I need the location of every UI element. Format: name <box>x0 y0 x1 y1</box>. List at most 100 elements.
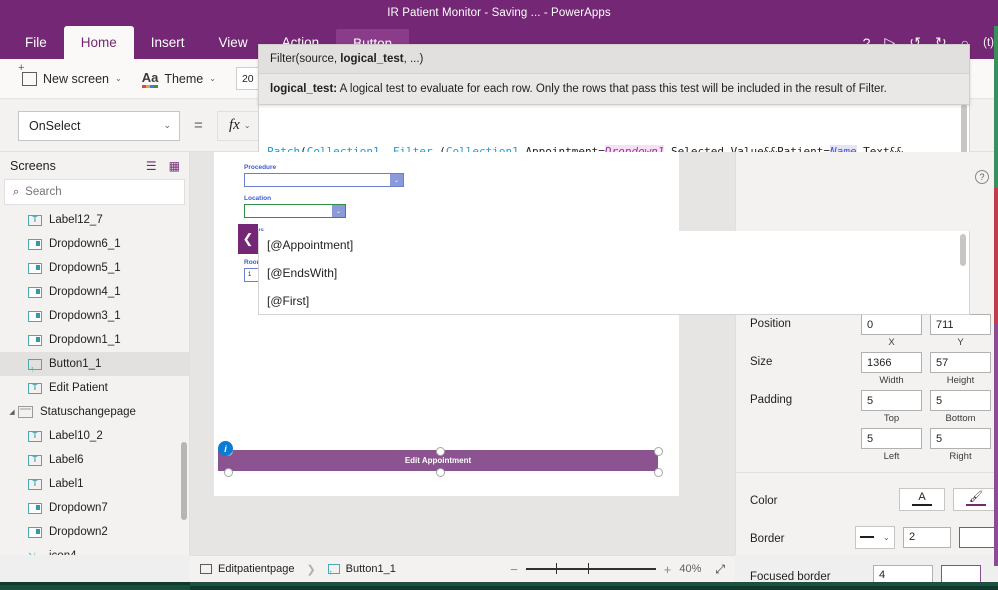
sidebar-view-toggles: ☰ ▦ <box>146 159 180 173</box>
tree-item-dropdown6-1[interactable]: Dropdown6_1 <box>0 232 189 256</box>
border-width-input[interactable]: 2 <box>903 526 951 548</box>
tree-item-dropdown7[interactable]: Dropdown7 <box>0 496 189 520</box>
property-label-padding: Padding <box>750 394 793 406</box>
position-x-input[interactable]: 0 <box>861 314 922 335</box>
property-select[interactable]: OnSelect ⌄ <box>18 110 180 141</box>
tree-item-edit-patient[interactable]: Edit Patient <box>0 376 189 400</box>
breadcrumb-screen[interactable]: Editpatientpage <box>218 563 294 575</box>
info-badge-icon[interactable]: i <box>218 441 233 456</box>
tree-item-label: Label6 <box>49 454 84 466</box>
zoom-out-button[interactable]: − <box>510 562 518 577</box>
zoom-slider-thumb[interactable] <box>555 563 558 575</box>
tree-item-dropdown5-1[interactable]: Dropdown5_1 <box>0 256 189 280</box>
suggestion-item-appointment[interactable]: [@Appointment] <box>259 231 969 259</box>
dropdown-icon <box>28 286 42 298</box>
tree-item-label: Statuschangepage <box>40 406 136 418</box>
dropdown-icon <box>28 334 42 346</box>
resize-handle-bottom-left[interactable] <box>224 468 233 477</box>
list-view-icon[interactable]: ☰ <box>146 159 157 173</box>
collapse-panel-button[interactable]: ❮ <box>238 224 258 254</box>
suggestion-item-endswith[interactable]: [@EndsWith] <box>259 259 969 287</box>
tree-item-label1[interactable]: Label1 <box>0 472 189 496</box>
border-style-select[interactable]: ⌄ <box>855 525 895 549</box>
field-location[interactable]: Location ⌄ <box>244 195 346 218</box>
tree-item-label: Label10_2 <box>49 430 103 442</box>
fill-bucket-icon: 🖌 <box>969 490 983 503</box>
ribbon-right-text: (t) <box>983 36 994 49</box>
tree-item-label: icon4 <box>49 550 77 555</box>
screens-tree: Label12_7 Dropdown6_1 Dropdown5_1 Dropdo… <box>0 208 189 555</box>
theme-button[interactable]: Aa Theme ⌄ <box>134 66 224 92</box>
resize-handle-top-center[interactable] <box>436 447 445 456</box>
property-label-padding-lr <box>736 428 861 432</box>
fill-color-underline <box>966 503 986 507</box>
tree-item-label: Dropdown6_1 <box>49 238 121 250</box>
size-height-input[interactable]: 57 <box>930 352 991 373</box>
suggestion-item-first[interactable]: [@First] <box>259 287 969 315</box>
tab-insert[interactable]: Insert <box>134 26 202 59</box>
padding-left-input[interactable]: 5 <box>861 428 922 449</box>
tooltip-desc-bold: logical_test: <box>270 83 338 95</box>
padding-bottom-input[interactable]: 5 <box>930 390 991 411</box>
padding-right-input[interactable]: 5 <box>930 428 991 449</box>
field-procedure[interactable]: Procedure ⌄ <box>244 164 404 187</box>
size-width-input[interactable]: 1366 <box>861 352 922 373</box>
tab-file[interactable]: File <box>8 26 64 59</box>
fit-screen-icon[interactable]: ⤢ <box>715 562 725 577</box>
tree-item-label10-2[interactable]: Label10_2 <box>0 424 189 448</box>
fill-color-button[interactable]: 🖌 <box>953 487 998 511</box>
help-icon[interactable]: ? <box>975 170 989 184</box>
grid-view-icon[interactable]: ▦ <box>169 159 180 173</box>
tab-home[interactable]: Home <box>63 26 134 59</box>
resize-handle-bottom-center[interactable] <box>436 468 445 477</box>
label-icon <box>28 214 42 226</box>
tree-item-icon4[interactable]: ⇲ icon4 <box>0 544 189 555</box>
autocomplete-suggestions[interactable]: [@Appointment] [@EndsWith] [@First] <box>258 231 970 315</box>
search-icon: ⌕ <box>13 185 20 198</box>
position-y-input[interactable]: 711 <box>930 314 991 335</box>
resize-handle-top-right[interactable] <box>654 447 663 456</box>
app-canvas: ❮ Procedure ⌄ Location ⌄ Status <box>190 152 735 555</box>
border-color-swatch[interactable] <box>959 526 998 548</box>
property-label-size: Size <box>750 356 773 368</box>
suggestions-scrollbar[interactable] <box>960 234 966 266</box>
dropdown-value-room: 1 <box>248 272 252 278</box>
tree-item-dropdown4-1[interactable]: Dropdown4_1 <box>0 280 189 304</box>
search-input[interactable] <box>25 186 156 198</box>
field-label-procedure: Procedure <box>244 164 277 171</box>
theme-label: Theme <box>164 71 204 86</box>
tab-view[interactable]: View <box>202 26 265 59</box>
breadcrumb-control[interactable]: Button1_1 <box>346 563 396 575</box>
sidebar-search[interactable]: ⌕ <box>4 179 185 205</box>
padding-top-input[interactable]: 5 <box>861 390 922 411</box>
resize-handle-bottom-right[interactable] <box>654 468 663 477</box>
tree-item-button1-1[interactable]: Button1_1 <box>0 352 189 376</box>
fx-button[interactable]: fx ⌄ <box>216 110 263 141</box>
dropdown-location[interactable]: ⌄ <box>244 204 346 218</box>
tree-item-dropdown3-1[interactable]: Dropdown3_1 <box>0 304 189 328</box>
breadcrumb: Editpatientpage ❯ Button1_1 <box>200 563 396 577</box>
zoom-in-button[interactable]: + <box>664 562 672 577</box>
tree-item-label6[interactable]: Label6 <box>0 448 189 472</box>
expander-icon[interactable]: ◢ <box>6 408 18 416</box>
screens-sidebar: Screens ☰ ▦ ⌕ Label12_7 Dropdown6_1 Drop… <box>0 152 190 555</box>
dropdown-procedure[interactable]: ⌄ <box>244 173 404 187</box>
text-color-button[interactable]: A <box>899 487 945 511</box>
label-icon <box>28 454 42 466</box>
tree-item-statuschangepage[interactable]: ◢ Statuschangepage <box>0 400 189 424</box>
padding-top-sublabel: Top <box>883 413 900 424</box>
tree-item-dropdown2[interactable]: Dropdown2 <box>0 520 189 544</box>
new-screen-button[interactable]: New screen ⌄ <box>14 63 130 90</box>
button-icon-breadcrumb <box>327 564 340 577</box>
tree-item-label: Dropdown2 <box>49 526 108 538</box>
tree-item-dropdown1-1[interactable]: Dropdown1_1 <box>0 328 189 352</box>
function-signature-tooltip: Filter(source, logical_test, ...) logica… <box>258 44 970 105</box>
padding-left-sublabel: Left <box>883 451 900 462</box>
tree-item-label: Dropdown3_1 <box>49 310 121 322</box>
sidebar-scrollbar[interactable] <box>181 442 187 520</box>
tooltip-sig-bold: logical_test <box>340 53 404 65</box>
zoom-slider[interactable] <box>525 563 656 575</box>
property-label-position: Position <box>750 318 791 330</box>
tree-item-label12-7[interactable]: Label12_7 <box>0 208 189 232</box>
properties-panel: ? Position 0 X 711 Y Size 1366 Width 57 … <box>735 152 998 586</box>
